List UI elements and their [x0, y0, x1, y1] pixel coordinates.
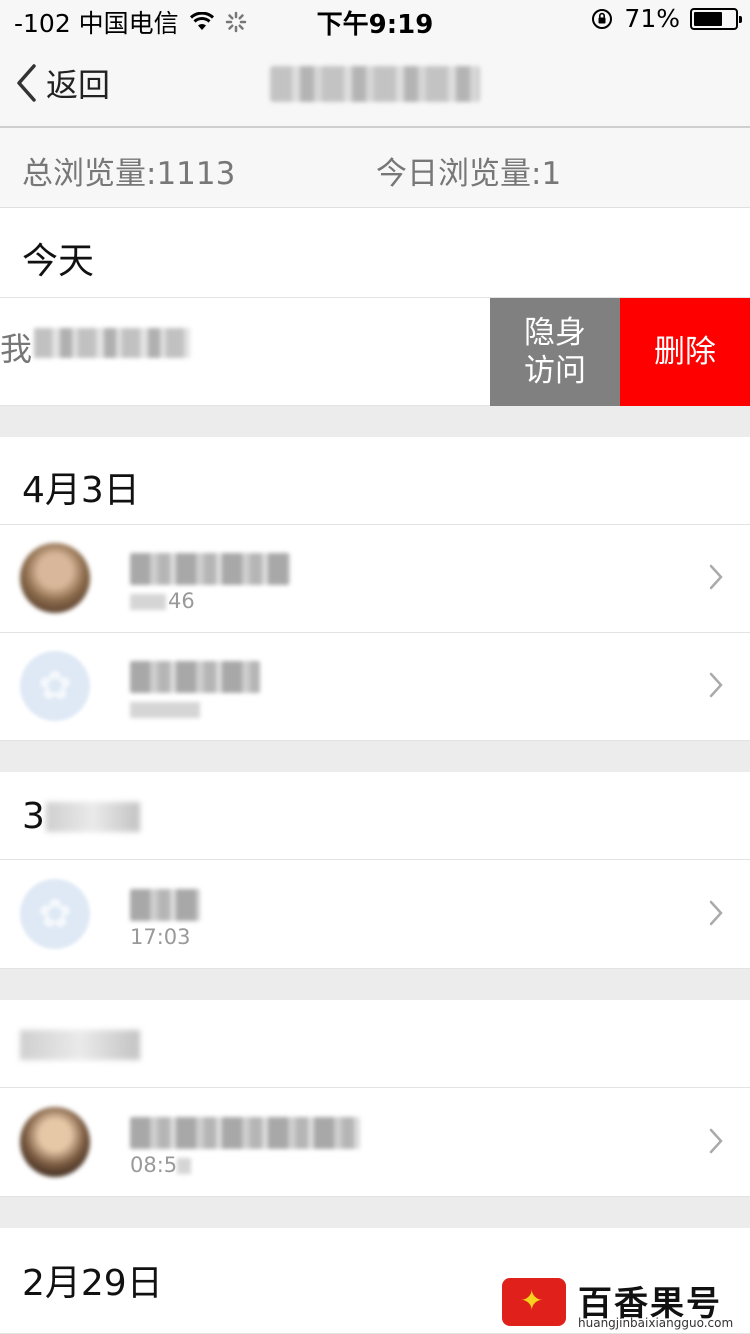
visitor-row[interactable]: 08:5 [0, 1089, 750, 1197]
nav-bar: 返回 [0, 40, 750, 128]
carrier-signal: -102 中国电信 [14, 9, 179, 38]
swiped-visitor-row[interactable]: 我 隐身 访问 删除 [0, 298, 750, 406]
status-bar: -102 中国电信 下午9:19 71% [0, 0, 750, 40]
hidden-visit-button[interactable]: 隐身 访问 [490, 298, 620, 406]
delete-button[interactable]: 删除 [620, 298, 750, 406]
visitor-name-blurred [130, 661, 260, 693]
stats-bar: 总浏览量:1113 今日浏览量:1 [0, 128, 750, 208]
section-header-today: 今天 [0, 208, 750, 298]
section-label: 今天 [22, 241, 95, 282]
section-gap [0, 969, 750, 1000]
watermark-url: huangjinbaixiangguo.com [578, 1316, 734, 1330]
visitor-name-blurred [130, 1117, 360, 1149]
section-header-apr3: 4月3日 [0, 437, 750, 525]
status-right: 71% [590, 4, 742, 33]
rotation-lock-icon [592, 8, 613, 29]
page-title-blurred [270, 66, 480, 102]
section-label-blurred [46, 802, 140, 832]
visit-time: 46 [130, 589, 195, 613]
swiped-row-text: 我 [0, 330, 33, 368]
wifi-icon [189, 12, 214, 30]
section-header-march [0, 1000, 750, 1088]
visit-time [130, 697, 202, 721]
watermark-logo-icon [502, 1278, 566, 1326]
visitor-name-blurred [130, 889, 200, 921]
chevron-right-icon [709, 672, 723, 698]
chevron-right-icon [709, 900, 723, 926]
hidden-visit-label-1: 隐身 [524, 315, 586, 351]
back-label: 返回 [46, 66, 111, 104]
section-label: 3 [22, 796, 45, 837]
total-views: 总浏览量:1113 [22, 156, 236, 192]
default-avatar [20, 651, 90, 721]
today-views: 今日浏览量:1 [376, 156, 562, 192]
hidden-visit-label-2: 访问 [524, 353, 586, 389]
section-gap [0, 406, 750, 437]
section-label: 2月29日 [22, 1263, 163, 1304]
back-button[interactable]: 返回 [14, 60, 110, 106]
loading-spinner-icon [225, 11, 246, 33]
battery-fill [694, 11, 722, 26]
status-left: -102 中国电信 [14, 4, 247, 40]
visitor-row[interactable]: 46 [0, 525, 750, 633]
section-label: 4月3日 [22, 470, 140, 511]
chevron-right-icon [709, 564, 723, 590]
visit-time: 08:5 [130, 1153, 193, 1177]
visit-time: 17:03 [130, 925, 191, 949]
avatar [20, 1107, 90, 1177]
visitor-row[interactable]: 17:03 [0, 861, 750, 969]
chevron-right-icon [709, 1128, 723, 1154]
visitor-row[interactable] [0, 633, 750, 741]
back-chevron-icon [17, 64, 36, 102]
section-gap [0, 1197, 750, 1228]
battery-icon [690, 7, 742, 30]
default-avatar [20, 879, 90, 949]
section-header-mar29: 3 [0, 772, 750, 860]
swiped-row-blurred-name [34, 328, 190, 358]
battery-percent: 71% [624, 4, 680, 33]
visitor-name-blurred [130, 553, 290, 585]
watermark: 百香果号 huangjinbaixiangguo.com [502, 1276, 746, 1332]
section-gap [0, 741, 750, 772]
avatar [20, 543, 90, 613]
section-label-blurred [20, 1030, 140, 1060]
